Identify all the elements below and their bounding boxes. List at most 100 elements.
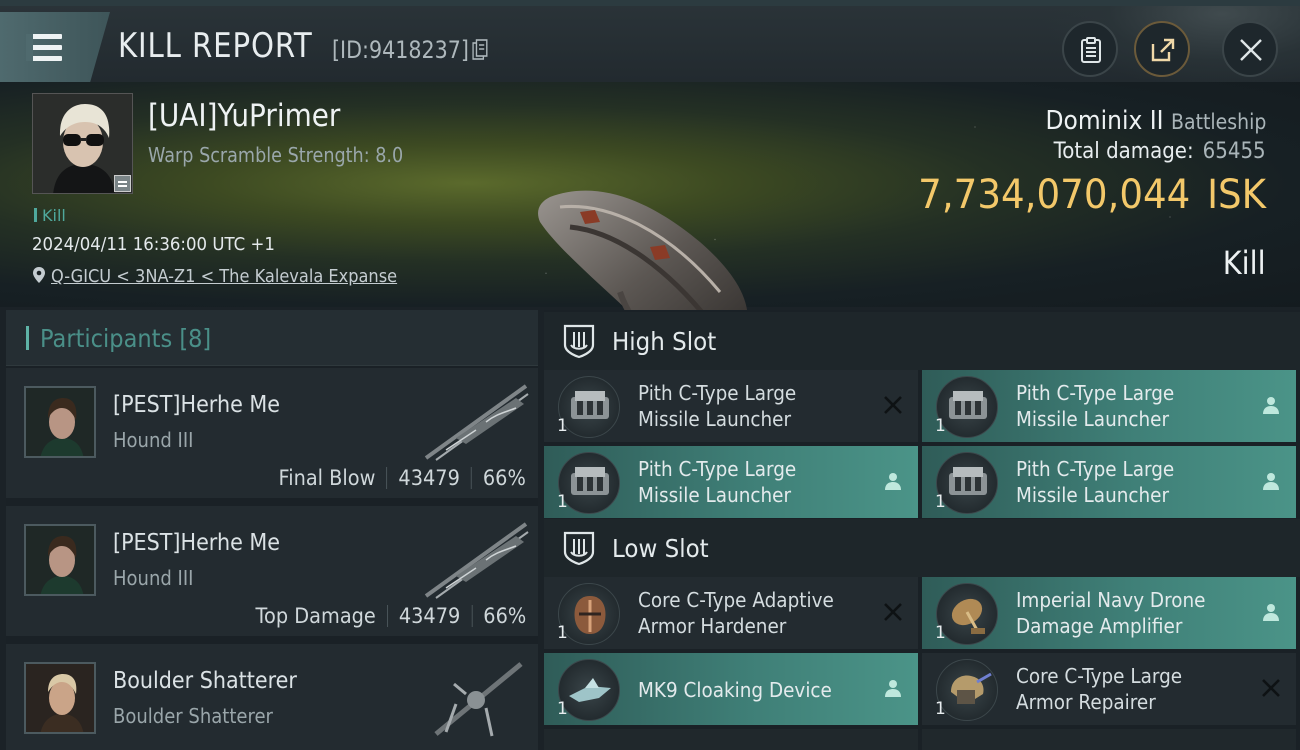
participant-ship-icon xyxy=(424,384,529,461)
total-damage-label: Total damage: xyxy=(1053,139,1194,164)
module-name: Core C-Type Adaptive Armor Hardener xyxy=(638,588,834,638)
module-item-partial[interactable] xyxy=(544,729,918,750)
participant-avatar xyxy=(26,664,94,732)
dropped-person-icon xyxy=(1263,473,1279,490)
share-button[interactable] xyxy=(1134,21,1190,77)
share-icon xyxy=(1151,38,1175,62)
participant-row[interactable]: [PEST]Herhe Me Hound III Final Blow 43479… xyxy=(6,368,538,502)
isk-unit: ISK xyxy=(1207,172,1266,218)
page-title: KILL REPORT xyxy=(118,26,313,66)
participant-name: [PEST]Herhe Me xyxy=(113,530,280,556)
module-name: Pith C-Type Large Missile Launcher xyxy=(1016,381,1175,431)
module-quantity: 1 xyxy=(557,416,568,436)
module-name: Pith C-Type Large Missile Launcher xyxy=(638,457,797,507)
warp-scramble-strength: Warp Scramble Strength: 8.0 xyxy=(148,143,404,167)
participant-stats: Top Damage 43479 66% xyxy=(255,604,526,628)
kill-report-screen: KILL REPORT [ID:9418237] [UAI]YuPrimer W… xyxy=(0,0,1300,750)
module-item[interactable]: 1 Pith C-Type Large Missile Launcher xyxy=(544,446,918,518)
participant-ship-icon xyxy=(434,662,523,737)
isk-value: 7,734,070,044 ISK xyxy=(918,172,1266,218)
participant-stats: Final Blow 43479 66% xyxy=(279,466,526,490)
kill-timestamp: 2024/04/11 16:36:00 UTC +1 xyxy=(32,234,275,255)
location-text: Q-GICU < 3NA-Z1 < The Kalevala Expanse xyxy=(51,266,398,287)
participants-title: Participants [8] xyxy=(40,324,212,353)
isk-amount: 7,734,070,044 xyxy=(918,172,1191,218)
clipboard-icon xyxy=(1081,37,1101,63)
participant-ship: Hound III xyxy=(113,428,194,452)
module-item[interactable]: 1 Core C-Type Large Armor Repairer xyxy=(922,653,1296,725)
module-quantity: 1 xyxy=(557,492,568,512)
module-item[interactable]: 1 Core C-Type Adaptive Armor Hardener xyxy=(544,577,918,649)
module-quantity: 1 xyxy=(935,492,946,512)
module-quantity: 1 xyxy=(935,623,946,643)
victim-name[interactable]: [UAI]YuPrimer xyxy=(148,98,340,134)
module-quantity: 1 xyxy=(557,623,568,643)
total-damage: Total damage: 65455 xyxy=(1054,139,1266,164)
participant-percent: 66% xyxy=(483,466,526,490)
portrait-menu-icon[interactable] xyxy=(114,175,131,192)
module-name: Pith C-Type Large Missile Launcher xyxy=(1016,457,1175,507)
clipboard-button[interactable] xyxy=(1062,21,1118,77)
victim-portrait[interactable] xyxy=(32,93,133,194)
participants-header: Participants [8] xyxy=(6,310,538,366)
participant-damage: 43479 xyxy=(398,604,461,628)
module-quantity: 1 xyxy=(935,416,946,436)
menu-button[interactable] xyxy=(0,12,110,82)
header-bar: KILL REPORT [ID:9418237] xyxy=(0,0,1300,88)
status-bar-icon xyxy=(34,208,37,222)
high-slot-icon xyxy=(563,324,595,359)
module-name: Imperial Navy Drone Damage Amplifier xyxy=(1016,588,1206,638)
location-pin-icon xyxy=(33,267,45,283)
copy-icon xyxy=(472,39,488,60)
participant-row[interactable]: [PEST]Herhe Me Hound III Top Damage 43479… xyxy=(6,506,538,640)
participant-portrait[interactable] xyxy=(24,662,96,734)
fitting-slots-panel: High Slot 1 Pith C-Type Large Missile La… xyxy=(544,310,1300,750)
close-button[interactable] xyxy=(1222,21,1278,77)
victim-ship-type[interactable]: Dominix II Battleship xyxy=(1045,106,1266,136)
kill-status-tag: Kill xyxy=(34,206,66,225)
participant-role: Top Damage xyxy=(255,604,376,628)
module-item[interactable]: 1 MK9 Cloaking Device xyxy=(544,653,918,725)
module-item[interactable]: 1 Pith C-Type Large Missile Launcher xyxy=(922,446,1296,518)
module-name: MK9 Cloaking Device xyxy=(638,678,832,702)
module-quantity: 1 xyxy=(935,699,946,719)
participant-row[interactable]: Boulder Shatterer Boulder Shatterer xyxy=(6,644,538,750)
participant-avatar xyxy=(26,526,94,594)
stats-divider xyxy=(386,605,388,627)
dropped-person-icon xyxy=(1263,604,1279,621)
destroyed-x-icon xyxy=(884,396,902,414)
participants-panel: Participants [8] [PEST]Herhe Me Hound II… xyxy=(6,310,538,750)
module-quantity: 1 xyxy=(557,699,568,719)
participant-ship-icon xyxy=(424,522,529,599)
participant-name: [PEST]Herhe Me xyxy=(113,392,280,418)
total-damage-value: 65455 xyxy=(1203,139,1266,164)
participant-portrait[interactable] xyxy=(24,386,96,458)
module-item[interactable]: 1 Pith C-Type Large Missile Launcher xyxy=(922,370,1296,442)
kill-location-link[interactable]: Q-GICU < 3NA-Z1 < The Kalevala Expanse xyxy=(32,266,436,287)
victim-panel: [UAI]YuPrimer Warp Scramble Strength: 8.… xyxy=(0,82,1300,360)
low-slot-title: Low Slot xyxy=(612,534,709,563)
kill-id-copy[interactable]: [ID:9418237] xyxy=(332,36,488,64)
destroyed-x-icon xyxy=(884,603,902,621)
kill-type-label: Kill xyxy=(1223,244,1266,282)
hamburger-menu-icon xyxy=(26,34,62,62)
module-item[interactable]: 1 Imperial Navy Drone Damage Amplifier xyxy=(922,577,1296,649)
stats-divider xyxy=(471,605,473,627)
high-slot-title: High Slot xyxy=(612,327,717,356)
module-name: Pith C-Type Large Missile Launcher xyxy=(638,381,797,431)
close-icon xyxy=(1240,39,1262,61)
participant-percent: 66% xyxy=(483,604,526,628)
ship-name: Dominix II xyxy=(1045,106,1164,136)
module-item-partial[interactable] xyxy=(922,729,1296,750)
participant-name: Boulder Shatterer xyxy=(113,668,297,694)
module-item[interactable]: 1 Pith C-Type Large Missile Launcher xyxy=(544,370,918,442)
ship-class: Battleship xyxy=(1170,110,1266,134)
participant-avatar xyxy=(26,388,94,456)
participant-portrait[interactable] xyxy=(24,524,96,596)
participant-role: Final Blow xyxy=(278,466,376,490)
stats-divider xyxy=(471,467,473,489)
kill-id-text: [ID:9418237] xyxy=(332,36,469,64)
header-accent-bar xyxy=(26,326,29,350)
low-slot-icon xyxy=(563,531,595,566)
participant-damage: 43479 xyxy=(398,466,461,490)
